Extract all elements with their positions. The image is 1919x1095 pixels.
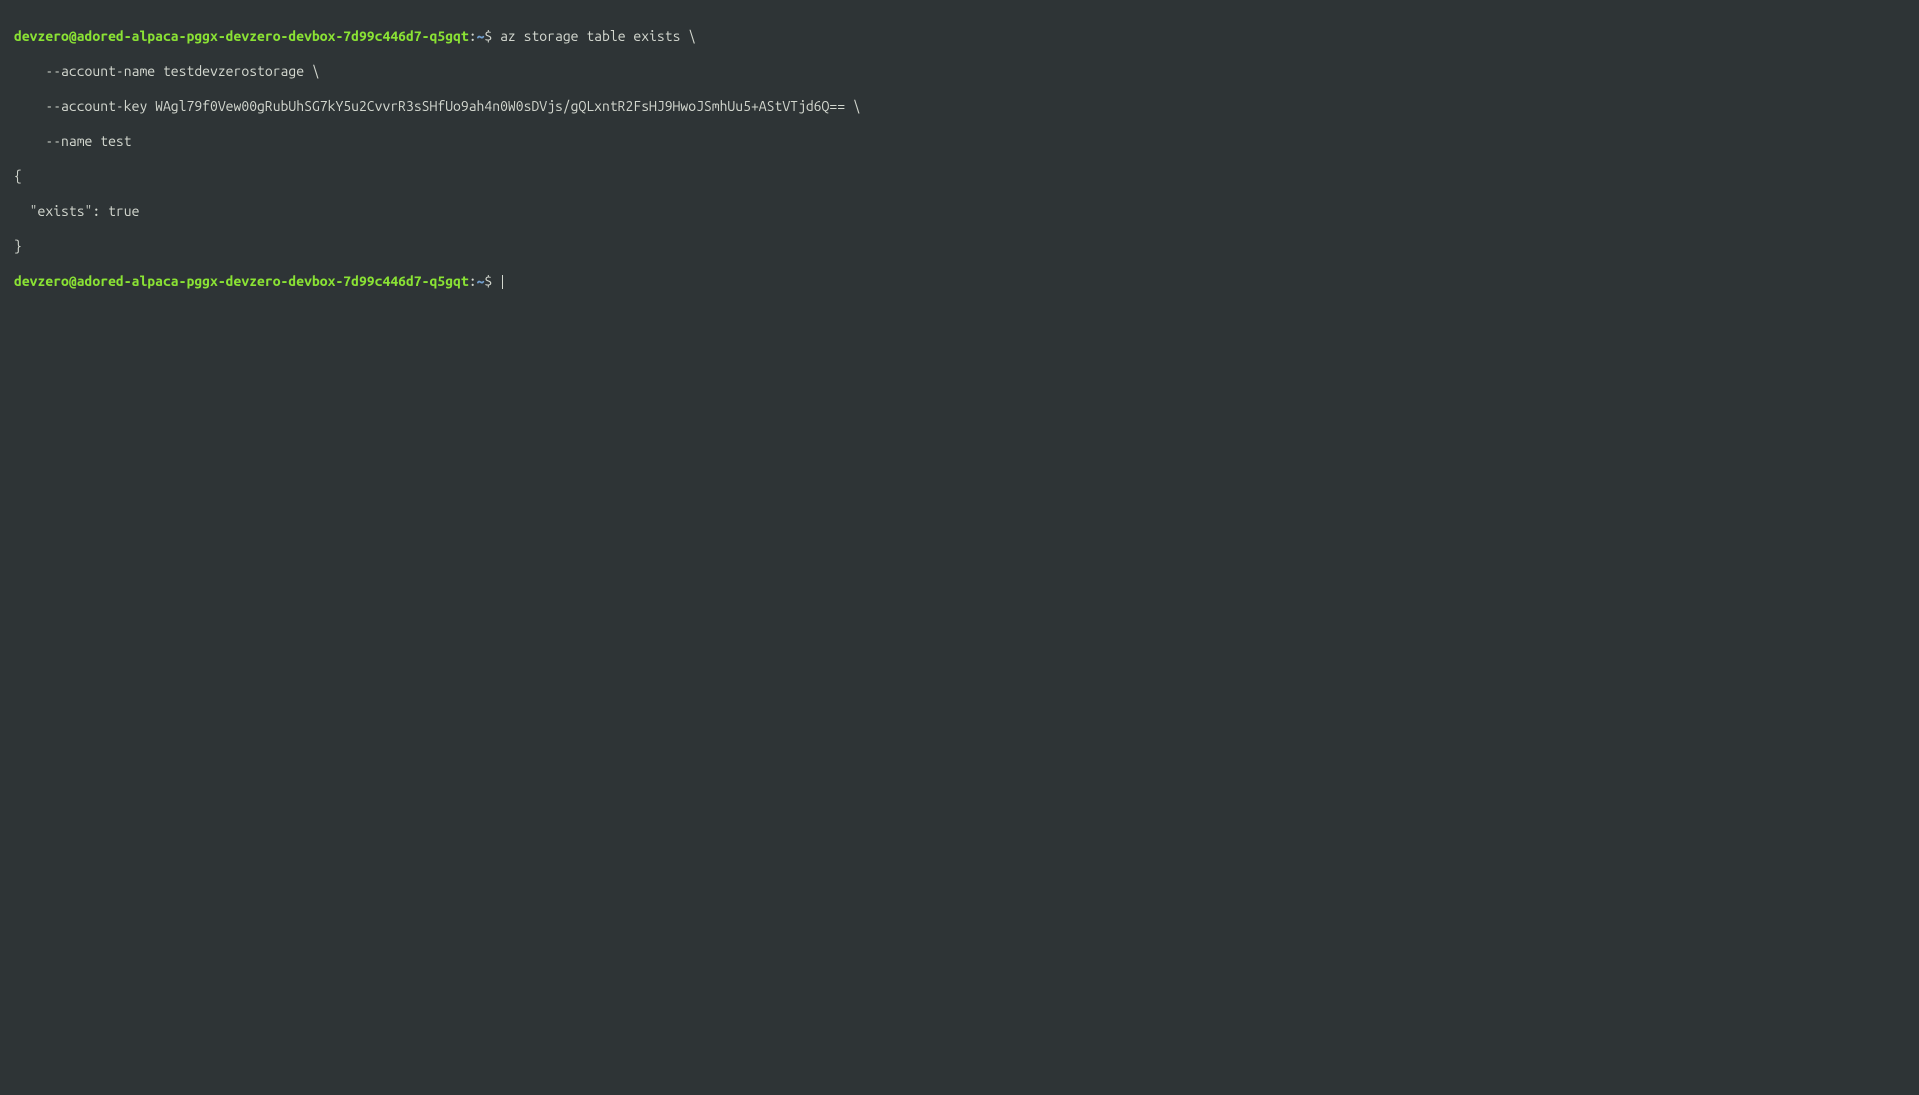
cursor: [502, 275, 503, 289]
command-line-3: --account-key WAgl79f0Vew00gRubUhSG7kY5u…: [14, 98, 1905, 116]
command-line-1: devzero@adored-alpaca-pggx-devzero-devbo…: [14, 28, 1905, 46]
prompt-user-host: devzero@adored-alpaca-pggx-devzero-devbo…: [14, 28, 469, 44]
command-line-4: --name test: [14, 133, 1905, 151]
prompt-dollar-2: $: [484, 273, 500, 289]
command-line-2: --account-name testdevzerostorage \: [14, 63, 1905, 81]
current-prompt-line[interactable]: devzero@adored-alpaca-pggx-devzero-devbo…: [14, 273, 1905, 291]
command-text-1: az storage table exists \: [500, 28, 696, 44]
output-line-1: {: [14, 168, 1905, 186]
prompt-dollar: $: [484, 28, 500, 44]
output-line-2: "exists": true: [14, 203, 1905, 221]
prompt-separator: :: [469, 28, 477, 44]
output-line-3: }: [14, 238, 1905, 256]
prompt-user-host-2: devzero@adored-alpaca-pggx-devzero-devbo…: [14, 273, 469, 289]
terminal-window[interactable]: devzero@adored-alpaca-pggx-devzero-devbo…: [14, 10, 1905, 308]
prompt-separator-2: :: [469, 273, 477, 289]
